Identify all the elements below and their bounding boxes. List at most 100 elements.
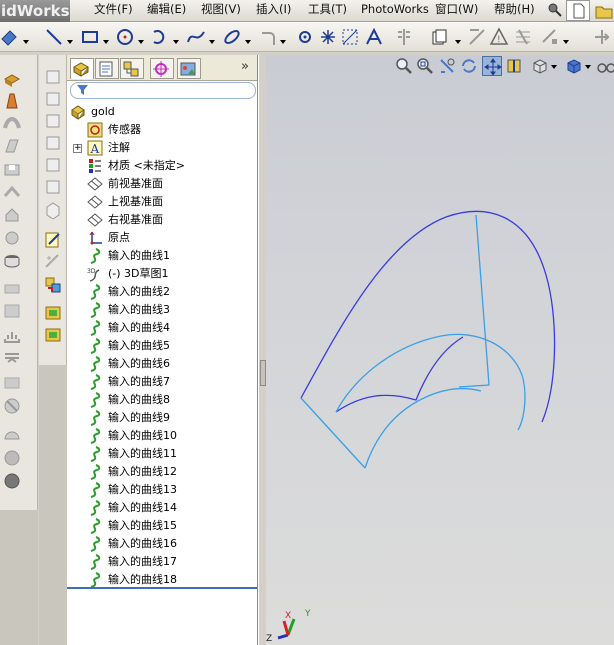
graphics-area[interactable]: Z X Y [266,55,614,645]
pin-icon[interactable] [546,1,564,19]
tree-item[interactable]: 输入的曲线13 [67,481,257,499]
quick-snaps-icon[interactable] [540,27,560,47]
text-icon[interactable] [364,27,384,47]
freeform-icon[interactable] [2,471,22,491]
ellipse-icon[interactable] [222,27,242,47]
smart-dimension-icon[interactable] [0,27,20,47]
fillet-icon[interactable] [259,27,279,47]
tree-item[interactable]: 输入的曲线17 [67,553,257,571]
wrap-icon[interactable] [2,396,22,416]
projected-curve-icon[interactable] [43,89,63,109]
tree-item[interactable]: 输入的曲线6 [67,355,257,373]
hole-wizard-icon[interactable] [2,251,22,271]
dropdown-arrow-icon[interactable] [138,34,144,44]
feature-manager-tab[interactable] [70,58,94,79]
spline-icon[interactable] [186,27,206,47]
dome-icon[interactable] [2,425,22,445]
composite-curve-icon[interactable] [43,111,63,131]
move-entities-icon[interactable] [592,27,612,47]
point-icon[interactable] [295,27,315,47]
tree-item[interactable]: 输入的曲线10 [67,427,257,445]
menu-photoworks[interactable]: PhotoWorks [361,0,429,22]
dropdown-arrow-icon[interactable] [209,34,215,44]
lofted-cut-icon[interactable] [2,228,22,248]
dropdown-arrow-icon[interactable] [563,34,569,44]
expand-toggle[interactable]: + [73,144,82,153]
display-manager-tab[interactable] [177,58,201,79]
tree-item[interactable]: 原点 [67,229,257,247]
helix-icon[interactable] [43,177,63,197]
repair-sketch-icon[interactable] [513,27,533,47]
revolved-cut-icon[interactable] [2,182,22,202]
tree-item[interactable]: 输入的曲线2 [67,283,257,301]
menu-file[interactable]: 文件(F) [94,0,133,22]
swept-boss-icon[interactable] [2,113,22,133]
menu-window[interactable]: 窗口(W) [435,0,478,22]
mirror-icon[interactable] [394,27,414,47]
panel-splitter[interactable] [258,55,266,645]
draft-icon[interactable] [2,348,22,368]
centerline-icon[interactable] [318,27,338,47]
rib-icon[interactable] [2,325,22,345]
extruded-cut-icon[interactable] [2,159,22,179]
model-curves[interactable] [266,55,614,645]
menu-insert[interactable]: 插入(I) [256,0,291,22]
dropdown-arrow-icon[interactable] [103,34,109,44]
tree-item[interactable]: 输入的曲线9 [67,409,257,427]
tree-item[interactable]: 材质 <未指定> [67,157,257,175]
convert-entities-icon[interactable] [43,275,63,295]
dropdown-arrow-icon[interactable] [67,34,73,44]
extruded-boss-icon[interactable] [2,67,22,87]
filter-input[interactable] [70,82,256,99]
sketch-grid-icon[interactable] [340,27,360,47]
surface-icon[interactable] [43,303,63,323]
dropdown-arrow-icon[interactable] [173,34,179,44]
menu-tools[interactable]: 工具(T) [308,0,347,22]
rectangle-icon[interactable] [80,27,100,47]
tree-item[interactable]: 传感器 [67,121,257,139]
menu-help[interactable]: 帮助(H) [494,0,535,22]
flex-icon[interactable] [2,448,22,468]
sketch-icon[interactable] [43,252,63,272]
tree-item[interactable]: 输入的曲线4 [67,319,257,337]
tree-item[interactable]: 输入的曲线7 [67,373,257,391]
new-document-button[interactable] [566,0,590,21]
tree-item[interactable]: 前视基准面 [67,175,257,193]
revolved-boss-icon[interactable] [2,90,22,110]
open-document-button[interactable] [595,2,613,20]
tree-item[interactable]: 上视基准面 [67,193,257,211]
tree-item[interactable]: 输入的曲线12 [67,463,257,481]
tree-item[interactable]: 输入的曲线5 [67,337,257,355]
swept-cut-icon[interactable] [2,205,22,225]
dimxpert-tab[interactable] [150,58,174,79]
menu-edit[interactable]: 编辑(E) [147,0,186,22]
tree-item[interactable]: 右视基准面 [67,211,257,229]
tree-item[interactable]: 输入的曲线1 [67,247,257,265]
circle-icon[interactable] [115,27,135,47]
arc-icon[interactable] [150,27,170,47]
tree-item[interactable]: gold [67,103,257,121]
tree-item[interactable]: 输入的曲线16 [67,535,257,553]
tree-item[interactable]: 输入的曲线3 [67,301,257,319]
dropdown-arrow-icon[interactable] [245,34,251,44]
curve-through-xyz-icon[interactable] [43,133,63,153]
split-line-icon[interactable] [43,67,63,87]
offset-entities-icon[interactable] [430,27,450,47]
property-manager-tab[interactable] [95,58,119,79]
3d-sketch-icon[interactable] [43,230,63,250]
dropdown-arrow-icon[interactable] [455,34,461,44]
tree-item[interactable]: 输入的曲线8 [67,391,257,409]
tree-item[interactable]: + A 注解 [67,139,257,157]
line-icon[interactable] [44,27,64,47]
more-tabs-button[interactable]: » [241,58,255,76]
tree-item[interactable]: 输入的曲线15 [67,517,257,535]
tree-item[interactable]: 输入的曲线14 [67,499,257,517]
trim-icon[interactable] [467,27,487,47]
dropdown-arrow-icon[interactable] [23,34,29,44]
menu-view[interactable]: 视图(V) [201,0,241,22]
fillet-feature-icon[interactable] [2,277,22,297]
chamfer-icon[interactable] [2,300,22,320]
boundary-surface-icon[interactable] [43,325,63,345]
tree-item[interactable]: 输入的曲线11 [67,445,257,463]
tree-item[interactable]: 3D (-) 3D草图1 [67,265,257,283]
